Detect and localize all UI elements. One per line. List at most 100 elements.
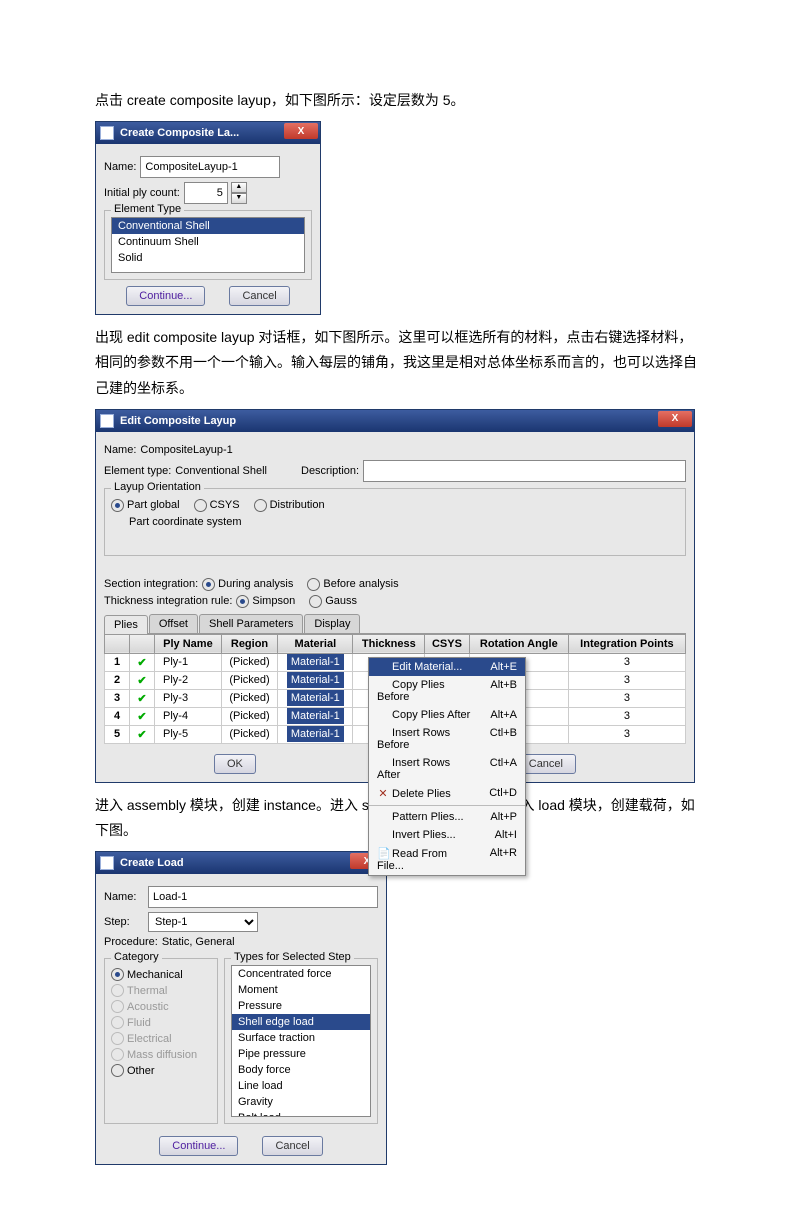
- group-title: Element Type: [111, 203, 184, 215]
- element-type-group: Element Type Conventional Shell Continuu…: [104, 210, 312, 280]
- title-bar[interactable]: Edit Composite Layup X: [96, 410, 694, 432]
- group-title: Types for Selected Step: [231, 951, 354, 963]
- col-material: Material: [278, 634, 353, 653]
- name-input[interactable]: [148, 886, 378, 908]
- type-option[interactable]: Pressure: [232, 998, 370, 1014]
- option-solid[interactable]: Solid: [112, 250, 304, 266]
- col-region: Region: [221, 634, 277, 653]
- element-type-list[interactable]: Conventional Shell Continuum Shell Solid: [111, 217, 305, 273]
- element-type-label: Element type:: [104, 465, 171, 477]
- title-bar[interactable]: Create Load X: [96, 852, 386, 874]
- menu-item[interactable]: Invert Plies...Alt+I: [369, 826, 525, 844]
- ply-count-input[interactable]: [184, 182, 228, 204]
- radio-before-analysis[interactable]: Before analysis: [307, 578, 398, 591]
- name-input[interactable]: [140, 156, 280, 178]
- ok-button[interactable]: OK: [214, 754, 256, 774]
- radio-electrical: Electrical: [111, 1032, 211, 1045]
- cancel-button[interactable]: Cancel: [229, 286, 289, 306]
- col-ply-name: Ply Name: [155, 634, 222, 653]
- radio-acoustic: Acoustic: [111, 1000, 211, 1013]
- radio-part-global[interactable]: Part global: [111, 499, 180, 512]
- dialog-create-load: Create Load X Name: Step: Step-1 Procedu…: [95, 851, 387, 1165]
- title-bar[interactable]: Create Composite La... X: [96, 122, 320, 144]
- tab-strip: Plies Offset Shell Parameters Display: [104, 614, 686, 634]
- types-list[interactable]: Concentrated forceMomentPressureShell ed…: [231, 965, 371, 1117]
- procedure-value: Static, General: [162, 936, 235, 948]
- col-csys: CSYS: [425, 634, 470, 653]
- col-int-points: Integration Points: [568, 634, 685, 653]
- type-option[interactable]: Surface traction: [232, 1030, 370, 1046]
- paragraph-1: 点击 create composite layup，如下图所示：设定层数为 5。: [95, 88, 705, 113]
- tab-shell-parameters[interactable]: Shell Parameters: [199, 614, 303, 633]
- orientation-subtext: Part coordinate system: [129, 516, 679, 528]
- name-label: Name:: [104, 444, 136, 456]
- group-title: Category: [111, 951, 162, 963]
- spin-up-icon[interactable]: ▲: [231, 182, 247, 193]
- radio-gauss[interactable]: Gauss: [309, 595, 357, 608]
- ply-count-label: Initial ply count:: [104, 187, 180, 199]
- description-input[interactable]: [363, 460, 686, 482]
- type-option[interactable]: Shell edge load: [232, 1014, 370, 1030]
- window-icon: [100, 126, 114, 140]
- dialog-title: Edit Composite Layup: [120, 415, 690, 427]
- element-type-value: Conventional Shell: [175, 465, 267, 477]
- col-rotation: Rotation Angle: [469, 634, 568, 653]
- dialog-create-composite-layup: Create Composite La... X Name: Initial p…: [95, 121, 321, 315]
- group-title: Layup Orientation: [111, 481, 204, 493]
- section-integration-label: Section integration:: [104, 578, 198, 590]
- paragraph-2: 出现 edit composite layup 对话框，如下图所示。这里可以框选…: [95, 325, 705, 401]
- radio-distribution[interactable]: Distribution: [254, 499, 325, 512]
- layup-orientation-group: Layup Orientation Part global CSYS Distr…: [104, 488, 686, 556]
- menu-item[interactable]: Insert Rows BeforeCtl+B: [369, 724, 525, 754]
- menu-item[interactable]: Edit Material...Alt+E: [369, 658, 525, 676]
- type-option[interactable]: Bolt load: [232, 1110, 370, 1117]
- context-menu[interactable]: Edit Material...Alt+E Copy Plies BeforeA…: [368, 657, 526, 876]
- type-option[interactable]: Moment: [232, 982, 370, 998]
- procedure-label: Procedure:: [104, 936, 158, 948]
- radio-simpson[interactable]: Simpson: [236, 595, 295, 608]
- radio-mass-diffusion: Mass diffusion: [111, 1048, 211, 1061]
- col-check: [130, 634, 155, 653]
- continue-button[interactable]: Continue...: [126, 286, 205, 306]
- thickness-rule-label: Thickness integration rule:: [104, 595, 232, 607]
- step-label: Step:: [104, 916, 144, 928]
- menu-item[interactable]: ✕ Delete PliesCtl+D: [369, 784, 525, 803]
- window-icon: [100, 856, 114, 870]
- cancel-button[interactable]: Cancel: [262, 1136, 322, 1156]
- description-label: Description:: [301, 465, 359, 477]
- radio-during-analysis[interactable]: During analysis: [202, 578, 293, 591]
- tab-display[interactable]: Display: [304, 614, 360, 633]
- radio-thermal: Thermal: [111, 984, 211, 997]
- option-conventional-shell[interactable]: Conventional Shell: [112, 218, 304, 234]
- name-value: CompositeLayup-1: [140, 444, 232, 456]
- type-option[interactable]: Line load: [232, 1078, 370, 1094]
- dialog-edit-composite-layup: Edit Composite Layup X Name: CompositeLa…: [95, 409, 695, 783]
- type-option[interactable]: Gravity: [232, 1094, 370, 1110]
- name-label: Name:: [104, 891, 144, 903]
- name-label: Name:: [104, 161, 136, 173]
- type-option[interactable]: Concentrated force: [232, 966, 370, 982]
- type-option[interactable]: Pipe pressure: [232, 1046, 370, 1062]
- radio-csys[interactable]: CSYS: [194, 499, 240, 512]
- option-continuum-shell[interactable]: Continuum Shell: [112, 234, 304, 250]
- radio-mechanical[interactable]: Mechanical: [111, 968, 211, 981]
- menu-item[interactable]: Copy Plies BeforeAlt+B: [369, 676, 525, 706]
- step-select[interactable]: Step-1: [148, 912, 258, 932]
- menu-item[interactable]: 📄 Read From File...Alt+R: [369, 844, 525, 875]
- menu-item[interactable]: Insert Rows AfterCtl+A: [369, 754, 525, 784]
- close-icon[interactable]: X: [284, 123, 318, 139]
- continue-button[interactable]: Continue...: [159, 1136, 238, 1156]
- spin-down-icon[interactable]: ▼: [231, 193, 247, 204]
- window-icon: [100, 414, 114, 428]
- tab-plies[interactable]: Plies: [104, 615, 148, 634]
- menu-item[interactable]: Copy Plies AfterAlt+A: [369, 706, 525, 724]
- menu-item[interactable]: Pattern Plies...Alt+P: [369, 808, 525, 826]
- radio-fluid: Fluid: [111, 1016, 211, 1029]
- col-index: [105, 634, 130, 653]
- category-group: Category MechanicalThermalAcousticFluidE…: [104, 958, 218, 1124]
- col-thickness: Thickness: [353, 634, 425, 653]
- close-icon[interactable]: X: [658, 411, 692, 427]
- type-option[interactable]: Body force: [232, 1062, 370, 1078]
- tab-offset[interactable]: Offset: [149, 614, 198, 633]
- radio-other[interactable]: Other: [111, 1064, 211, 1077]
